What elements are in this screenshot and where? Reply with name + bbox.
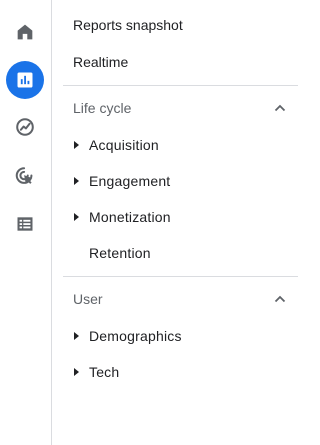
nav-item-monetization[interactable]: Monetization	[64, 205, 294, 229]
nav-item-label: Demographics	[89, 328, 182, 344]
realtime-link[interactable]: Realtime	[73, 53, 128, 71]
expand-arrow-icon[interactable]	[64, 332, 89, 340]
divider	[63, 276, 298, 277]
life-cycle-label: Life cycle	[73, 100, 132, 116]
expand-arrow-icon[interactable]	[64, 368, 89, 376]
nav-item-label: Retention	[89, 245, 151, 261]
nav-item-label: Acquisition	[89, 137, 159, 153]
nav-item-label: Engagement	[89, 173, 171, 189]
advertising-icon	[15, 167, 33, 185]
nav-item-label: Monetization	[89, 209, 171, 225]
chevron-up-icon[interactable]	[273, 292, 287, 306]
reports-snapshot-link[interactable]: Reports snapshot	[73, 16, 183, 34]
explore-button[interactable]	[6, 108, 44, 146]
explore-icon	[16, 118, 34, 136]
home-button[interactable]	[6, 13, 44, 51]
expand-arrow-icon[interactable]	[64, 177, 89, 185]
nav-item-retention[interactable]: Retention	[64, 241, 294, 265]
nav-item-engagement[interactable]: Engagement	[64, 169, 294, 193]
configure-button[interactable]	[6, 205, 44, 243]
reports-icon	[17, 72, 33, 88]
reports-nav-panel: Reports snapshot Realtime Life cycle Acq…	[52, 0, 307, 445]
configure-icon	[17, 217, 33, 231]
nav-item-demographics[interactable]: Demographics	[64, 324, 294, 348]
divider	[63, 85, 298, 86]
nav-item-label: Tech	[89, 364, 120, 380]
expand-arrow-icon[interactable]	[64, 141, 89, 149]
nav-item-acquisition[interactable]: Acquisition	[64, 133, 294, 157]
home-icon	[17, 24, 33, 40]
nav-item-tech[interactable]: Tech	[64, 360, 294, 384]
left-nav-rail	[0, 0, 52, 445]
user-section-header[interactable]: User	[73, 289, 287, 309]
advertising-button[interactable]	[6, 157, 44, 195]
expand-arrow-icon[interactable]	[64, 213, 89, 221]
reports-button[interactable]	[6, 61, 44, 99]
user-label: User	[73, 291, 103, 307]
life-cycle-section-header[interactable]: Life cycle	[73, 98, 287, 118]
chevron-up-icon[interactable]	[273, 101, 287, 115]
